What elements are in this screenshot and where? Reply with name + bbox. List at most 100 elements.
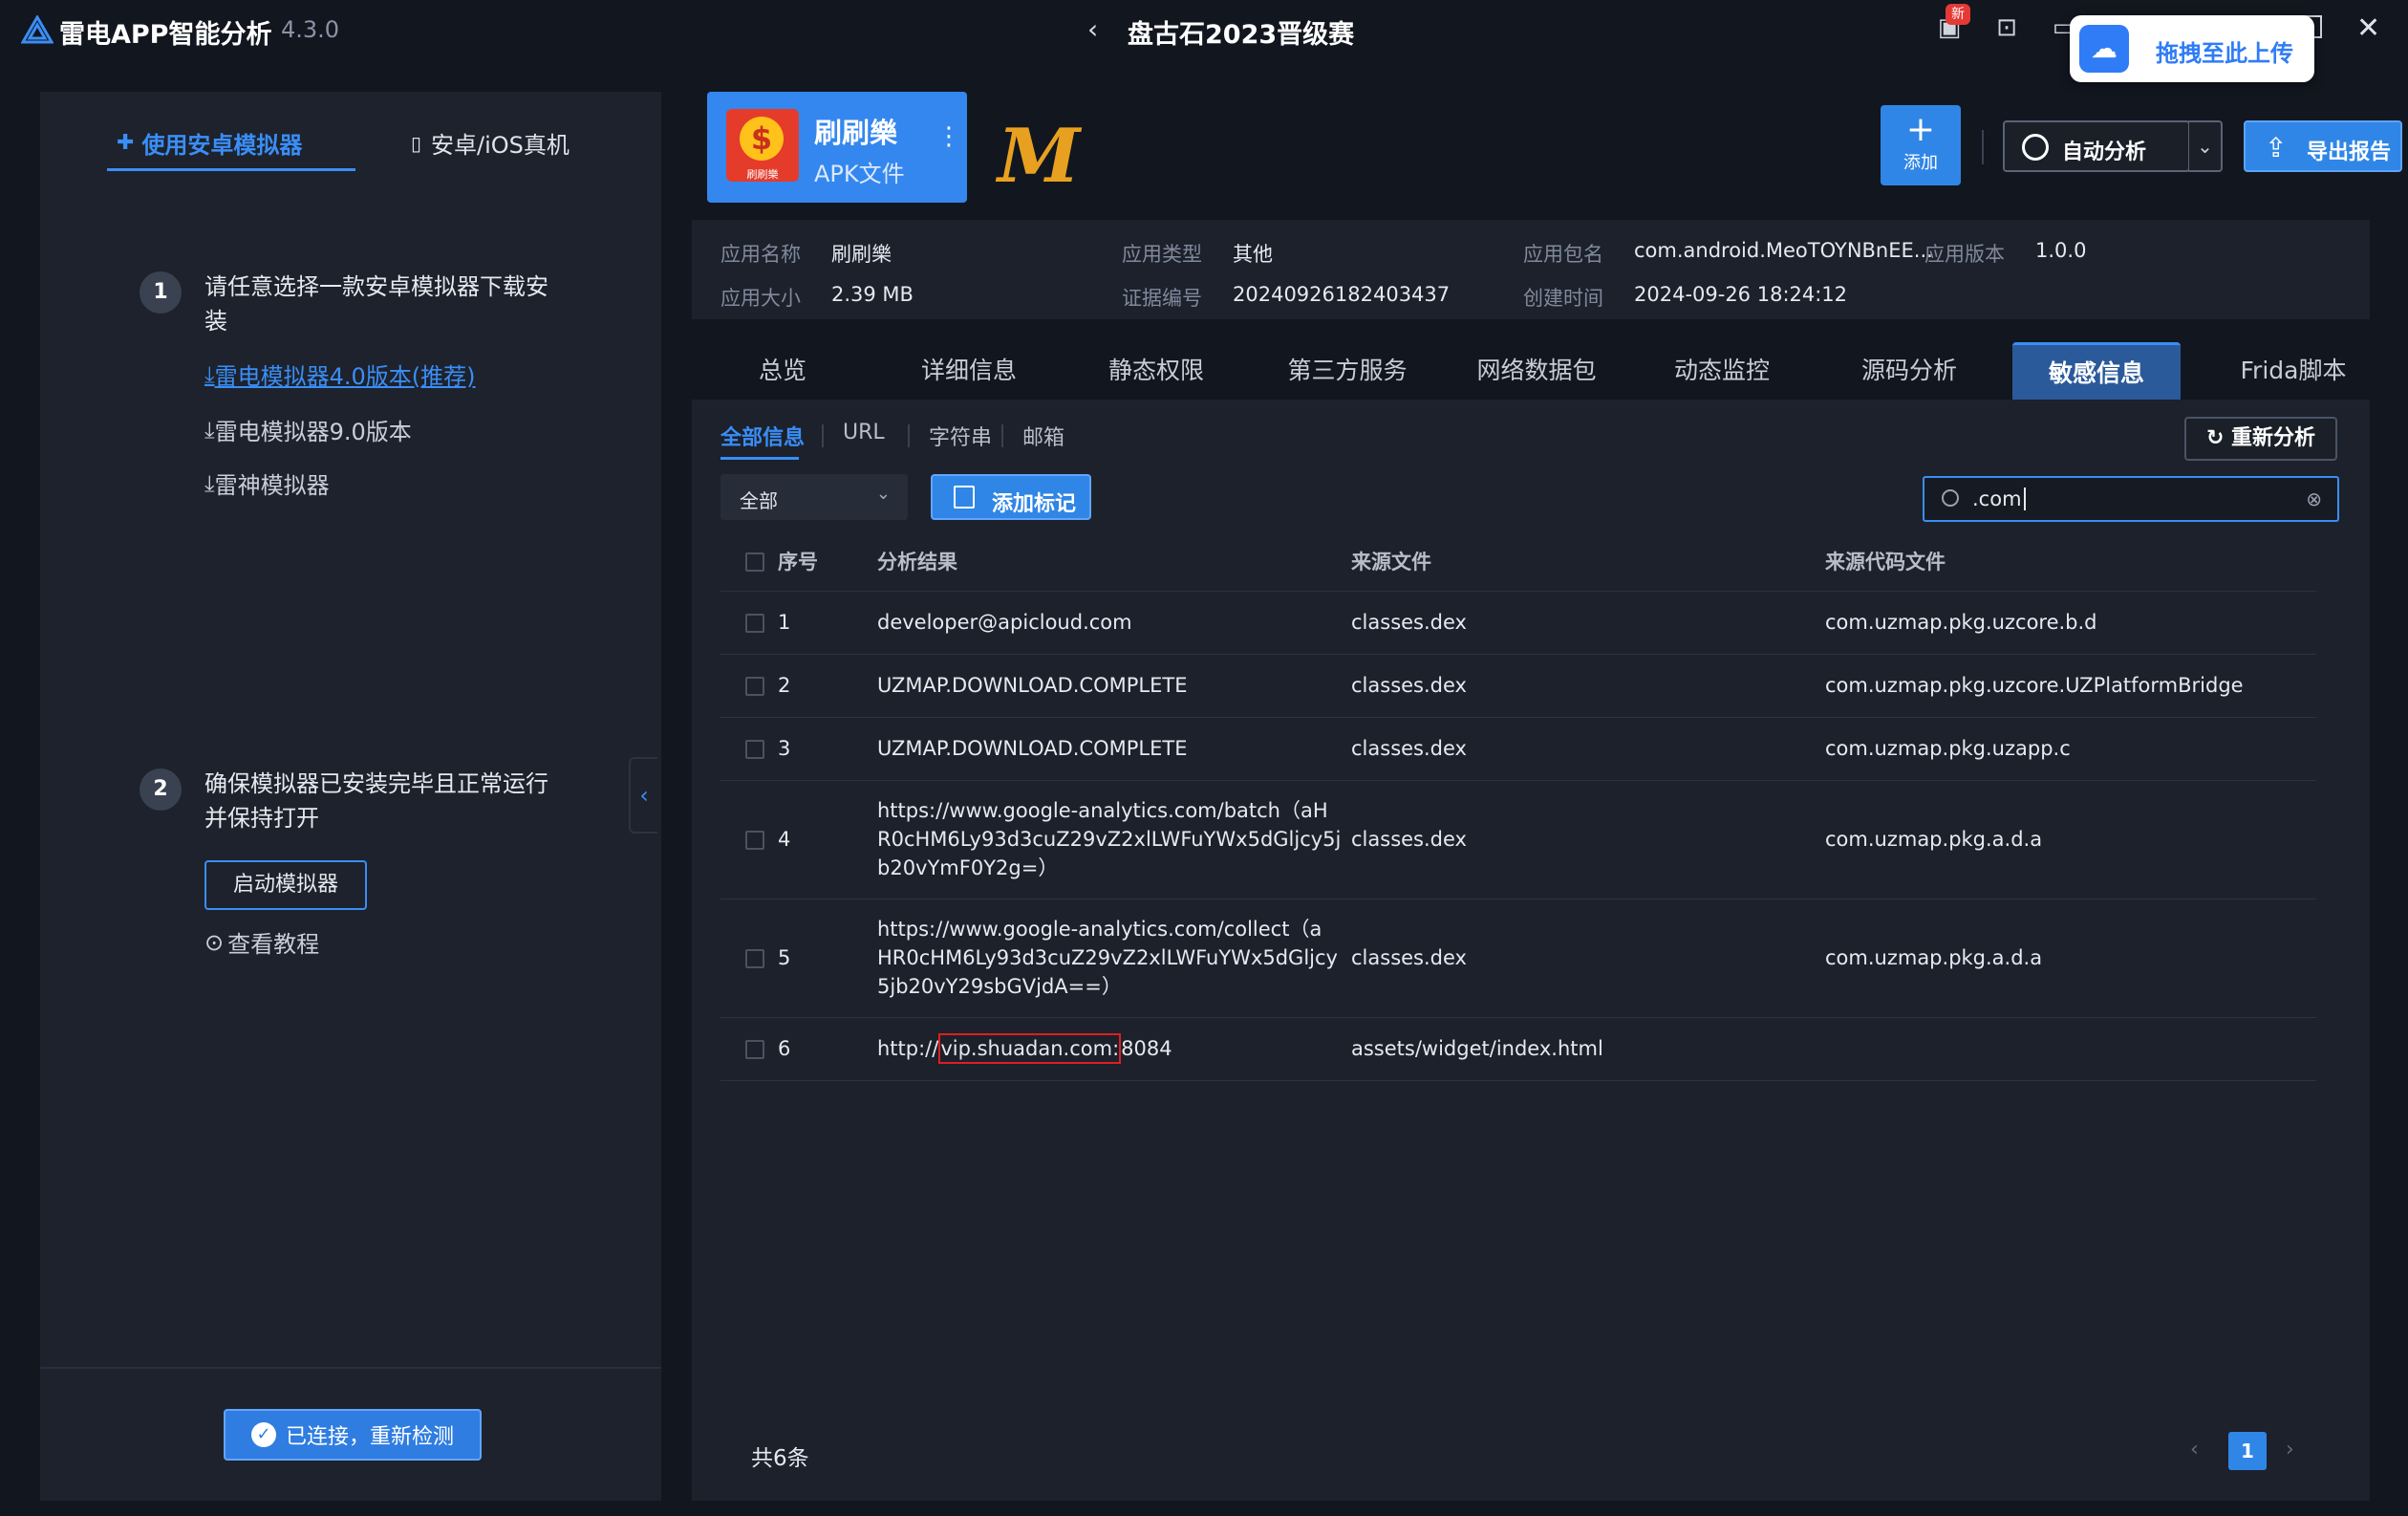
row-index: 2: [778, 654, 877, 718]
upload-label: 拖拽至此上传: [2156, 40, 2293, 67]
row-index: 1: [778, 591, 877, 655]
step-2-text: 确保模拟器已安装完毕且正常运行并保持打开: [204, 770, 548, 832]
info-evidence-value: 20240926182403437: [1233, 283, 1451, 306]
download-icon: ⤓: [204, 469, 215, 497]
subtab-strings[interactable]: 字符串: [929, 421, 992, 451]
tab-static-permissions[interactable]: 静态权限: [1089, 342, 1223, 400]
plus-icon: +: [1905, 110, 1936, 149]
step-2-number: 2: [140, 769, 182, 811]
reanalyze-button[interactable]: ↻ 重新分析: [2184, 417, 2337, 461]
tab-network-packets[interactable]: 网络数据包: [1460, 342, 1613, 400]
table-row[interactable]: 3 UZMAP.DOWNLOAD.COMPLETE classes.dex co…: [720, 717, 2316, 781]
export-report-button[interactable]: ⇪ 导出报告: [2244, 120, 2402, 172]
row-index: 5: [778, 899, 877, 1018]
prev-page-chevron-icon[interactable]: ‹: [2190, 1438, 2199, 1462]
col-header-index: 序号: [778, 531, 877, 592]
collapse-panel-chevron-icon[interactable]: ‹: [629, 757, 657, 834]
app-name: 刷刷樂: [814, 117, 898, 149]
tab-dynamic-monitor[interactable]: 动态监控: [1655, 342, 1789, 400]
toolbar-divider: [1982, 130, 1984, 164]
row-source-code: com.uzmap.pkg.uzcore.b.d: [1825, 591, 2316, 655]
info-package-key: 应用包名: [1523, 243, 1603, 266]
table-row[interactable]: 1 developer@apicloud.com classes.dex com…: [720, 591, 2316, 655]
download-ld4-link[interactable]: ⤓ 雷电模拟器4.0版本(推荐): [204, 357, 476, 391]
row-index: 4: [778, 780, 877, 899]
step-1-number: 1: [140, 271, 182, 314]
tab-source-analysis[interactable]: 源码分析: [1842, 342, 1976, 400]
row-source-file: assets/widget/index.html: [1351, 1017, 1825, 1081]
row-source-file: classes.dex: [1351, 717, 1825, 781]
subtab-url[interactable]: URL: [843, 421, 885, 444]
row-source-code: com.uzmap.pkg.uzcore.UZPlatformBridge: [1825, 654, 2316, 718]
row-checkbox[interactable]: [720, 780, 778, 899]
tab-real-device[interactable]: ▯ 安卓/iOS真机: [411, 126, 570, 160]
tab-underline: [107, 168, 355, 171]
row-checkbox[interactable]: [720, 1017, 778, 1081]
auto-analyze-button[interactable]: 自动分析: [2003, 120, 2190, 172]
tab-android-emulator[interactable]: ✚ 使用安卓模拟器: [117, 126, 302, 160]
back-chevron-icon[interactable]: ‹: [1087, 13, 1098, 45]
row-source-code: com.uzmap.pkg.a.d.a: [1825, 899, 2316, 1018]
row-checkbox[interactable]: [720, 654, 778, 718]
toolbox-icon[interactable]: ⊡: [1989, 13, 2024, 44]
tab-third-party[interactable]: 第三方服务: [1271, 342, 1424, 400]
row-result: developer@apicloud.com: [877, 591, 1351, 655]
tab-details[interactable]: 详细信息: [902, 342, 1036, 400]
info-size-key: 应用大小: [720, 287, 801, 310]
main-panel: $ 刷刷樂 刷刷樂 APK文件 ⋮ M + 添加 自动分析 ⌄ ⇪ 导出报告 应…: [692, 92, 2402, 1501]
play-circle-icon: ⊙: [204, 928, 225, 956]
reconnect-button[interactable]: ✓ 已连接，重新检测: [224, 1409, 482, 1461]
select-all-checkbox[interactable]: [720, 531, 778, 592]
table-row[interactable]: 6 http://vip.shuadan.com:8084 assets/wid…: [720, 1017, 2316, 1081]
row-result: UZMAP.DOWNLOAD.COMPLETE: [877, 717, 1351, 781]
info-version-key: 应用版本: [1924, 243, 2005, 266]
upload-drop-zone[interactable]: ☁ 拖拽至此上传: [2070, 15, 2314, 82]
phone-icon: ▯: [411, 131, 422, 155]
info-type-key: 应用类型: [1122, 243, 1202, 266]
download-icon: ⤓: [204, 416, 215, 444]
check-circle-icon: ✓: [250, 1422, 276, 1447]
add-button[interactable]: + 添加: [1881, 105, 1961, 185]
auto-analyze-dropdown-chevron-icon[interactable]: ⌄: [2188, 120, 2223, 172]
app-card[interactable]: $ 刷刷樂 刷刷樂 APK文件 ⋮: [707, 92, 967, 203]
search-input[interactable]: .com ⊗: [1923, 476, 2339, 522]
info-created-key: 创建时间: [1523, 287, 1603, 310]
gauge-icon: [2022, 134, 2049, 161]
row-result: http://vip.shuadan.com:8084: [877, 1017, 1351, 1081]
left-panel: ✚ 使用安卓模拟器 ▯ 安卓/iOS真机 1 请任意选择一款安卓模拟器下载安装 …: [40, 92, 661, 1501]
tutorial-link[interactable]: ⊙ 查看教程: [204, 925, 319, 959]
tab-overview[interactable]: 总览: [730, 342, 835, 400]
tab-sensitive-info[interactable]: 敏感信息: [2012, 342, 2181, 400]
close-icon[interactable]: ✕: [2356, 11, 2380, 45]
more-vertical-icon[interactable]: ⋮: [936, 124, 961, 149]
clear-circle-icon[interactable]: ⊗: [2306, 487, 2322, 510]
category-select[interactable]: 全部 ⌄: [720, 474, 908, 520]
row-checkbox[interactable]: [720, 899, 778, 1018]
tab-frida-script[interactable]: Frida脚本: [2217, 342, 2370, 400]
col-header-source-code: 来源代码文件: [1825, 531, 2316, 592]
row-source-code: [1825, 1017, 2316, 1081]
row-result: https://www.google-analytics.com/batch（a…: [877, 780, 1351, 899]
next-page-chevron-icon[interactable]: ›: [2286, 1438, 2294, 1462]
download-leishen-link[interactable]: ⤓ 雷神模拟器: [204, 466, 330, 500]
subtab-all[interactable]: 全部信息: [720, 421, 805, 451]
table-row[interactable]: 5 https://www.google-analytics.com/colle…: [720, 899, 2316, 1018]
info-name-key: 应用名称: [720, 243, 801, 266]
cloud-upload-icon: ☁: [2079, 25, 2129, 73]
start-emulator-button[interactable]: 启动模拟器: [204, 860, 367, 910]
row-checkbox[interactable]: [720, 591, 778, 655]
row-source-file: classes.dex: [1351, 780, 1825, 899]
left-panel-divider: [40, 1367, 661, 1369]
subtab-email[interactable]: 邮箱: [1022, 421, 1064, 451]
row-checkbox[interactable]: [720, 717, 778, 781]
info-version-value: 1.0.0: [2035, 239, 2087, 262]
app-logo: $ 刷刷樂: [726, 109, 799, 182]
add-mark-button[interactable]: 添加标记: [931, 474, 1091, 520]
table-row[interactable]: 2 UZMAP.DOWNLOAD.COMPLETE classes.dex co…: [720, 654, 2316, 718]
case-title: 盘古石2023晋级赛: [1128, 20, 1355, 50]
table-row[interactable]: 4 https://www.google-analytics.com/batch…: [720, 780, 2316, 899]
page-button-1[interactable]: 1: [2228, 1432, 2267, 1470]
chevron-down-icon: ⌄: [875, 484, 891, 504]
download-ld9-link[interactable]: ⤓ 雷电模拟器9.0版本: [204, 413, 412, 446]
info-package-value: com.android.MeoTOYNBnEE...: [1634, 239, 1933, 262]
